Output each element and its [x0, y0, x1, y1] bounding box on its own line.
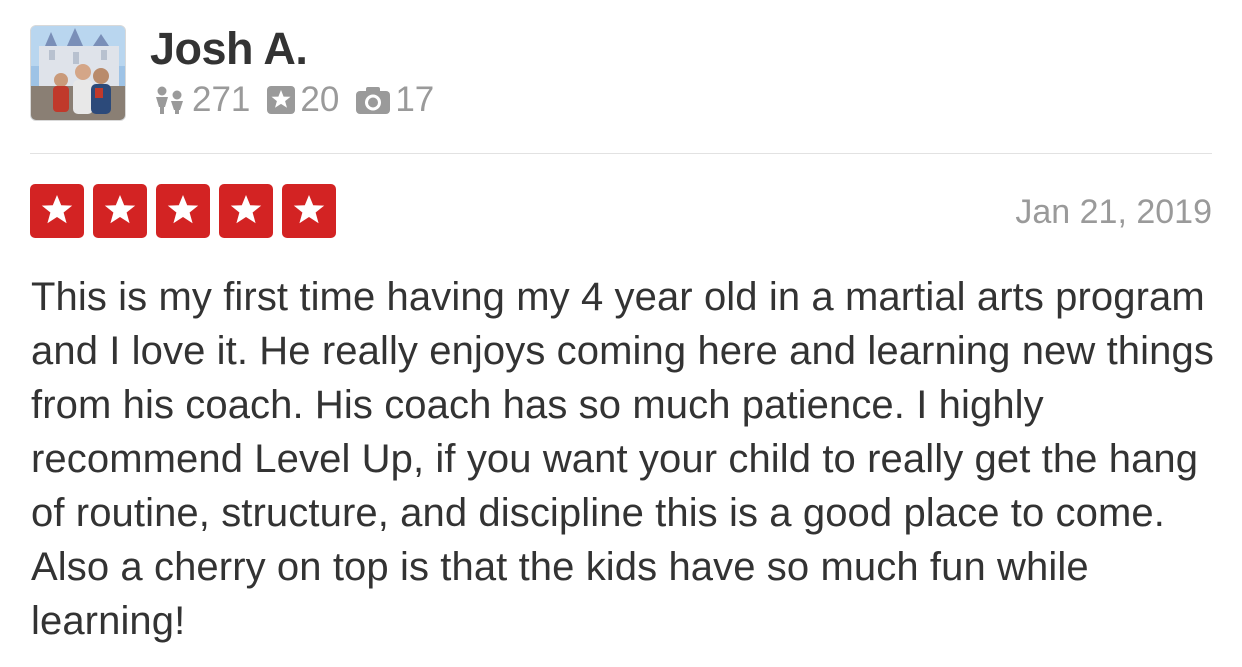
user-stats: 271 20 17 [152, 80, 450, 120]
rating-row: Jan 21, 2019 [30, 184, 1212, 238]
reviews-count: 20 [300, 80, 340, 119]
review-text: This is my first time having my 4 year o… [31, 275, 1214, 643]
photos-count: 17 [395, 80, 435, 119]
friends-stat: 271 [152, 80, 250, 120]
camera-icon [355, 85, 391, 115]
divider [30, 153, 1212, 154]
user-name[interactable]: Josh A. [150, 24, 308, 74]
star-review-icon [266, 85, 296, 115]
avatar-photo [31, 26, 125, 120]
star-icon [282, 184, 336, 238]
star-icon [30, 184, 84, 238]
friends-icon [152, 85, 188, 115]
review-date: Jan 21, 2019 [1015, 193, 1212, 231]
user-avatar[interactable] [30, 25, 126, 121]
star-icon [93, 184, 147, 238]
star-icon [219, 184, 273, 238]
reviewer-header: Josh A. 271 20 17 [30, 24, 1212, 122]
star-rating [30, 184, 345, 238]
photos-stat: 17 [355, 80, 434, 120]
reviews-stat: 20 [266, 80, 339, 120]
star-icon [156, 184, 210, 238]
friends-count: 271 [192, 80, 251, 119]
